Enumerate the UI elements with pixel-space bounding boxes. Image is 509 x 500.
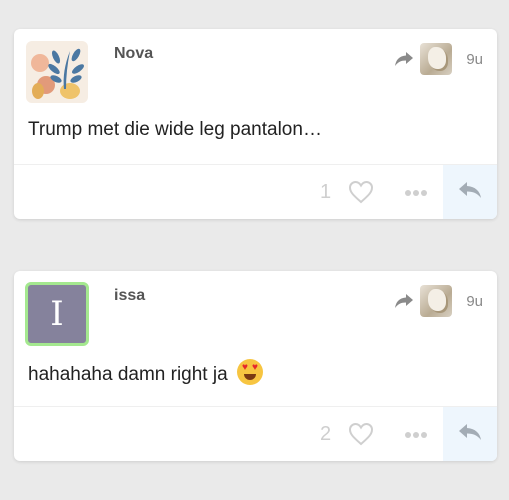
avatar[interactable]: I <box>25 282 89 346</box>
username[interactable]: issa <box>114 287 145 305</box>
post-card: I issa 9u hahahaha damn right ja 2 <box>14 271 497 461</box>
reply-button[interactable] <box>443 407 497 461</box>
reply-icon <box>457 422 483 447</box>
username[interactable]: Nova <box>114 45 153 63</box>
post-controls: 1 <box>14 164 497 219</box>
post-text-content: hahahaha damn right ja <box>28 364 228 385</box>
post-meta: 9u <box>394 285 483 317</box>
heart-icon[interactable] <box>348 180 374 209</box>
post-time[interactable]: 9u <box>466 293 483 310</box>
more-icon[interactable] <box>404 184 428 202</box>
avatar-letter: I <box>50 294 64 334</box>
post-text: Trump met die wide leg pantalon… <box>28 119 322 141</box>
leaf-art-avatar-icon <box>31 48 84 99</box>
like-count: 2 <box>320 423 332 445</box>
avatar[interactable] <box>26 41 88 103</box>
post-text-content: Trump met die wide leg pantalon… <box>28 119 322 140</box>
post-meta: 9u <box>394 43 483 75</box>
share-arrow-icon <box>394 293 414 309</box>
reply-icon <box>457 180 483 205</box>
post-card: Nova 9u Trump met die wide leg pantalon…… <box>14 29 497 219</box>
heart-icon[interactable] <box>348 422 374 451</box>
share-arrow-icon <box>394 51 414 67</box>
post-text: hahahaha damn right ja <box>28 359 263 386</box>
more-icon[interactable] <box>404 426 428 444</box>
reply-to-avatar[interactable] <box>420 43 453 75</box>
like-count: 1 <box>320 181 332 203</box>
heart-eyes-emoji-icon <box>236 359 263 385</box>
post-controls: 2 <box>14 406 497 461</box>
reply-button[interactable] <box>443 165 497 219</box>
reply-to-avatar[interactable] <box>420 285 453 317</box>
post-time[interactable]: 9u <box>466 51 483 68</box>
